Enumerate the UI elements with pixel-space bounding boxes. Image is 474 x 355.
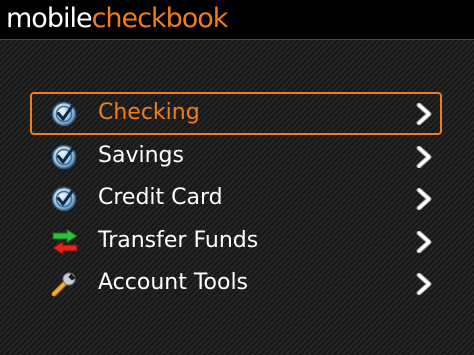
menu-item-label: Checking [98,100,200,125]
check-badge-icon [50,144,80,170]
check-badge-icon [50,186,80,212]
menu-item-credit-card[interactable]: Credit Card [30,177,442,220]
menu-item-label: Savings [98,142,184,168]
app-header: mobilecheckbook [0,0,474,40]
menu-item-account-tools[interactable]: Account Tools [30,262,442,305]
menu-item-label: Credit Card [98,185,223,210]
logo-word-checkbook: checkbook [91,3,229,34]
chevron-right-icon [414,187,434,211]
chevron-right-icon [414,102,434,126]
app-logo: mobilecheckbook [6,2,229,36]
menu-item-savings[interactable]: Savings [30,135,442,178]
menu-item-label: Account Tools [98,270,249,295]
main-menu: Checking Savings Credit Card Transfer Fu… [30,92,442,305]
menu-item-checking[interactable]: Checking [30,92,442,135]
check-badge-icon [50,101,80,127]
app-screen: mobilecheckbook Checking Savings Credit … [0,0,474,355]
logo-word-mobile: mobile [6,3,93,34]
chevron-right-icon [414,145,434,168]
chevron-right-icon [414,230,434,253]
wrench-icon [50,271,80,297]
transfer-arrows-icon [50,228,80,255]
menu-item-label: Transfer Funds [98,227,259,253]
menu-item-transfer-funds[interactable]: Transfer Funds [30,220,442,263]
chevron-right-icon [414,272,434,296]
